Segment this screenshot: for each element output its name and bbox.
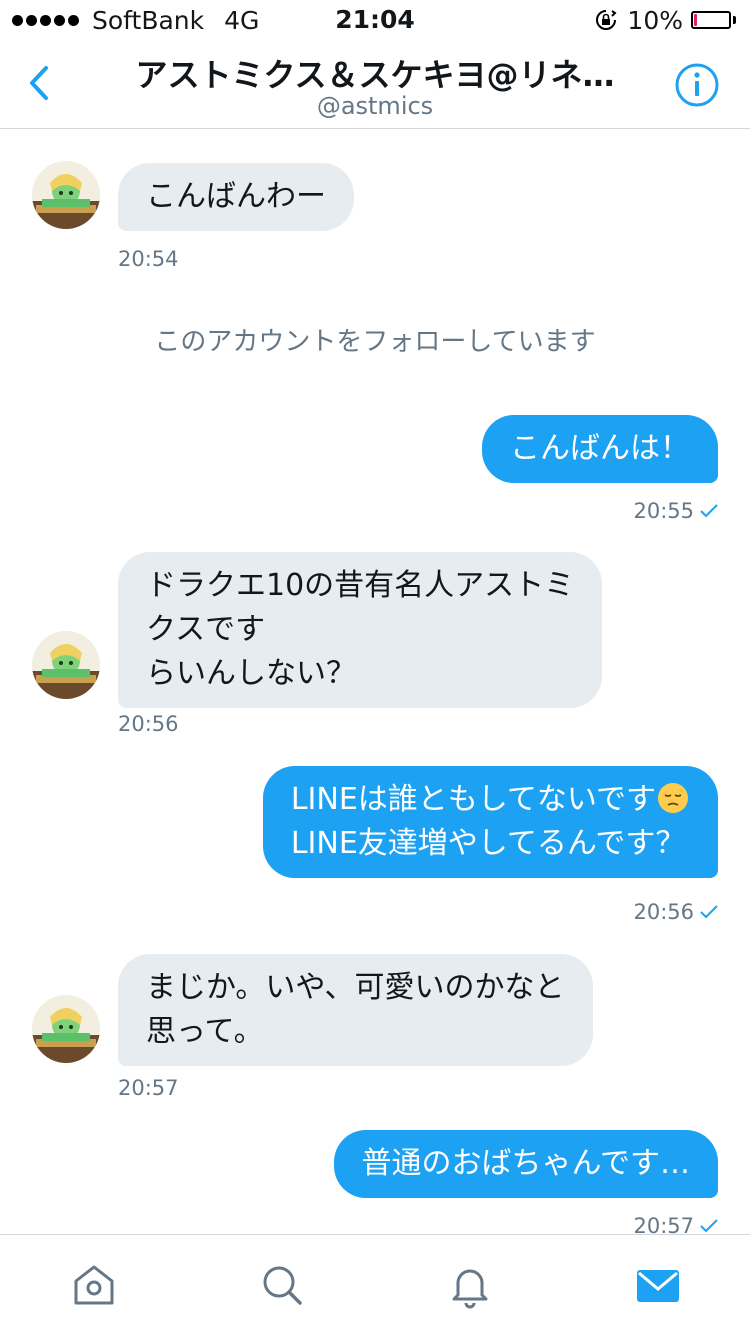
notifications-icon[interactable]	[446, 1261, 494, 1309]
messages-icon[interactable]	[634, 1261, 682, 1309]
avatar[interactable]	[32, 161, 100, 229]
avatar[interactable]	[32, 995, 100, 1063]
message-bubble-outgoing[interactable]: LINEは誰ともしてないです LINE友達増やしてるんです？	[262, 766, 718, 878]
pensive-face-emoji-icon	[658, 783, 688, 813]
timestamp-text: 20:55	[633, 499, 694, 523]
conversation-title[interactable]: アストミクス＆スケキヨ@リネ…	[110, 50, 640, 96]
message-timestamp: 20:55	[633, 499, 718, 523]
message-timestamp: 20:56	[633, 900, 718, 924]
message-timestamp: 20:56	[118, 712, 179, 736]
message-text: 普通のおばちゃんです…	[361, 1146, 691, 1181]
message-timestamp: 20:54	[118, 247, 179, 271]
follow-status-notice: このアカウントをフォローしています	[154, 327, 596, 357]
home-icon[interactable]	[70, 1261, 118, 1309]
message-thread[interactable]: こんばんわー 20:54 このアカウントをフォローしています こんばんは！ 20…	[0, 129, 750, 1238]
message-text: 思って。	[146, 1014, 264, 1049]
avatar[interactable]	[32, 631, 100, 699]
conversation-header: アストミクス＆スケキヨ@リネ… @astmics	[0, 40, 750, 129]
battery-nub	[733, 16, 736, 24]
status-right: 10%	[595, 4, 736, 36]
message-text: LINE友達増やしてるんです？	[290, 826, 686, 861]
info-icon[interactable]	[674, 62, 720, 108]
battery-level-fill	[694, 14, 697, 26]
message-line: LINEは誰ともしてないです	[291, 778, 690, 822]
status-bar: SoftBank 4G 21:04 10%	[0, 0, 750, 40]
message-timestamp: 20:57	[118, 1076, 179, 1100]
conversation-handle[interactable]: @astmics	[110, 92, 640, 120]
battery-icon	[691, 11, 731, 29]
search-icon[interactable]	[258, 1261, 306, 1309]
message-text: まじか。いや、可愛いのかなと	[146, 970, 565, 1005]
sent-check-icon	[700, 1219, 718, 1233]
message-text: こんばんわー	[146, 179, 326, 214]
message-text: らいんしない？	[146, 656, 356, 691]
message-bubble-incoming[interactable]: こんばんわー	[118, 163, 354, 231]
rotation-lock-icon	[596, 10, 617, 30]
sent-check-icon	[700, 905, 718, 919]
message-text: クスです	[146, 612, 266, 647]
message-text: ドラクエ10の昔有名人アストミ	[146, 568, 575, 603]
battery-percent: 10%	[627, 5, 683, 35]
message-text: LINEは誰ともしてないです	[290, 782, 656, 817]
message-bubble-outgoing[interactable]: こんばんは！	[482, 415, 718, 483]
message-text: こんばんは！	[510, 431, 690, 466]
timestamp-text: 20:56	[633, 900, 694, 924]
back-chevron-icon[interactable]	[18, 58, 62, 108]
message-bubble-incoming[interactable]: まじか。いや、可愛いのかなと 思って。	[118, 954, 593, 1066]
message-bubble-incoming[interactable]: ドラクエ10の昔有名人アストミ クスです らいんしない？	[118, 552, 603, 708]
message-bubble-outgoing[interactable]: 普通のおばちゃんです…	[333, 1130, 718, 1198]
tab-bar	[0, 1234, 750, 1335]
sent-check-icon	[700, 504, 718, 518]
